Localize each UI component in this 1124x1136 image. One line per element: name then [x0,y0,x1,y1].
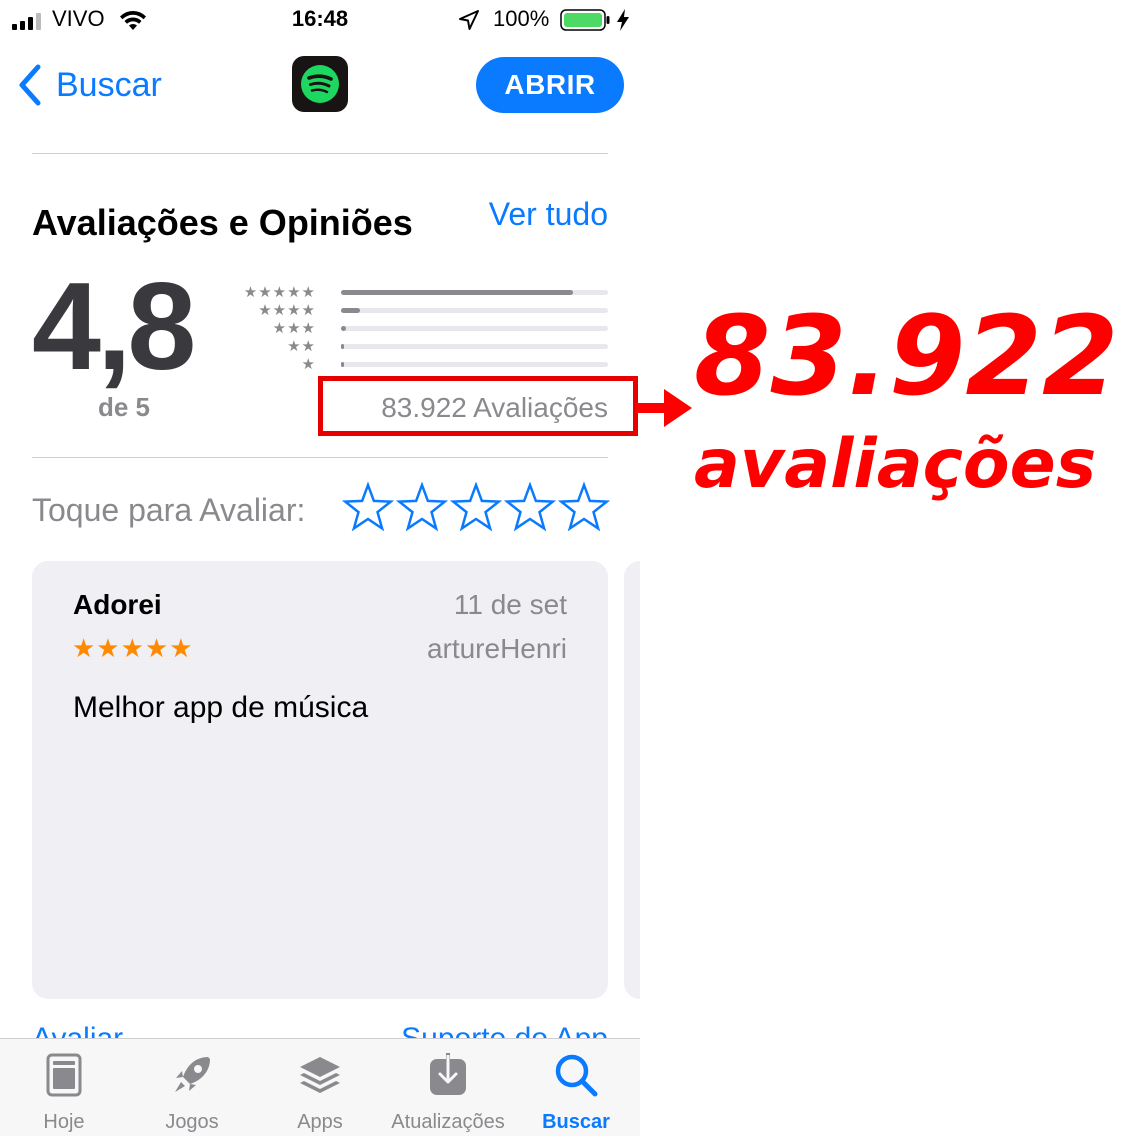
back-button[interactable]: Buscar [16,60,162,110]
tab-label: Hoje [43,1111,85,1133]
histogram-stars-label: ★★ [287,338,316,355]
review-author: artureHenri [426,633,567,664]
tab-updates[interactable]: Atualizações [384,1039,512,1136]
histogram-stars-label: ★★★★ [258,302,316,319]
histogram-fill [341,362,344,367]
battery-percent: 100% [493,6,550,31]
location-icon [459,10,479,30]
review-title: Adorei [73,589,162,620]
histogram-track [341,344,608,349]
histogram-fill [341,308,360,313]
chevron-left-icon [19,64,41,106]
tab-label: Apps [297,1111,343,1133]
histogram-row: ★ [236,356,608,374]
review-stars: ★★★★★ [72,633,194,663]
histogram-stars-label: ★★★★★ [243,284,316,301]
histogram-fill [341,326,347,331]
divider [32,153,608,154]
battery-icon [560,9,610,31]
star-outline-icon[interactable] [504,482,556,534]
red-arrow-icon [636,389,692,427]
spotify-logo-icon [301,65,339,103]
average-rating: 4,8 [32,258,196,396]
tap-to-rate-stars[interactable] [342,482,610,534]
phone-screen: VIVO 16:48 100% Buscar ABRIR Avaliações … [0,0,640,1136]
tab-apps[interactable]: Apps [256,1039,384,1136]
histogram-track [341,308,608,313]
tab-search[interactable]: Buscar [512,1039,640,1136]
status-bar: VIVO 16:48 100% [0,0,640,42]
tab-games[interactable]: Jogos [128,1039,256,1136]
layers-icon [300,1057,340,1093]
section-title: Avaliações e Opiniões [32,202,413,243]
annotation-word: avaliações [694,425,1097,504]
spotify-app-icon [292,56,348,112]
star-outline-icon[interactable] [450,482,502,534]
back-label: Buscar [56,65,162,104]
today-icon [46,1053,82,1097]
histogram-stars-label: ★ [301,356,316,373]
next-review-card[interactable] [624,561,640,999]
ratings-count: 83.922 Avaliações [381,392,608,423]
histogram-track [341,326,608,331]
tab-bar: Hoje Jogos Apps Atualizações Buscar [0,1038,640,1136]
tab-label: Atualizações [391,1111,505,1133]
tab-label: Jogos [165,1111,219,1133]
divider [32,457,608,458]
download-icon [430,1053,466,1095]
histogram-row: ★★ [236,338,608,356]
annotation-number: 83.922 [694,292,1119,420]
review-body: Melhor app de música [73,691,369,724]
search-icon [555,1054,598,1097]
star-outline-icon[interactable] [558,482,610,534]
review-card[interactable]: Adorei 11 de set ★★★★★ artureHenri Melho… [32,561,608,999]
tab-label: Buscar [542,1111,610,1133]
histogram-stars-label: ★★★ [272,320,316,337]
histogram-fill [341,290,574,295]
histogram-row: ★★★ [236,320,608,338]
review-date: 11 de set [453,589,567,620]
charging-bolt-icon [617,9,629,31]
histogram-row: ★★★★★ [236,284,608,302]
star-outline-icon[interactable] [342,482,394,534]
star-outline-icon[interactable] [396,482,448,534]
tap-to-rate-label: Toque para Avaliar: [32,492,306,528]
tab-today[interactable]: Hoje [0,1039,128,1136]
histogram-track [341,290,608,295]
histogram-track [341,362,608,367]
rating-out-of: de 5 [97,392,151,422]
histogram-fill [341,344,344,349]
rocket-icon [175,1057,210,1092]
rating-histogram: ★★★★★ ★★★★ ★★★ ★★ ★ [236,284,608,374]
see-all-link[interactable]: Ver tudo [489,196,608,233]
open-app-button[interactable]: ABRIR [476,57,624,113]
histogram-row: ★★★★ [236,302,608,320]
